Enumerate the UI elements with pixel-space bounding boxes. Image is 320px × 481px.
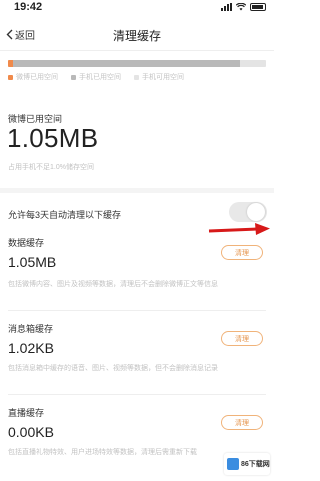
legend-item-phone-used: 手机已用空间 [71,72,121,82]
storage-legend: 微博已用空间 手机已用空间 手机可用空间 [8,70,270,84]
battery-icon [250,3,266,11]
section-divider [0,188,274,193]
row-divider [8,310,266,311]
toggle-knob [247,203,265,221]
page-title: 清理缓存 [112,29,161,43]
legend-swatch [71,74,76,80]
cache-title: 直播缓存 [8,408,45,418]
status-icons [221,3,266,11]
red-arrow-icon [208,223,270,235]
watermark-logo [227,458,239,470]
clear-data-cache-button[interactable]: 清理 [221,245,263,260]
storage-usage-bar [8,60,266,67]
site-watermark: 86下载网 [224,453,270,475]
signal-icon [221,3,232,11]
cache-desc: 包括消息箱中缓存的语音、图片、视频等数据，但不会删除消息记录 [8,365,218,372]
clear-message-cache-button[interactable]: 清理 [221,331,263,346]
legend-swatch [134,74,139,80]
legend-label: 手机已用空间 [79,74,121,81]
status-bar: 19:42 [0,0,274,16]
weibo-usage-hint: 占用手机不足1.0%储存空间 [8,164,94,171]
legend-item-weibo: 微博已用空间 [8,72,58,82]
row-divider [8,394,266,395]
legend-swatch [8,74,13,80]
cache-desc: 包括微博内容、图片及视频等数据，清理后不会删除微博正文等信息 [8,281,218,288]
watermark-text: 86下载网 [241,461,270,468]
status-time: 19:42 [14,1,43,13]
cache-size: 0.00KB [8,424,54,440]
cache-title: 数据缓存 [8,238,45,248]
cache-title: 消息箱缓存 [8,324,54,334]
legend-label: 微博已用空间 [16,74,58,81]
wifi-icon [236,3,246,11]
clear-live-cache-button[interactable]: 清理 [221,415,263,430]
nav-bar: 返回 清理缓存 [0,20,274,51]
weibo-usage-value: 1.05MB [7,123,99,153]
cache-size: 1.02KB [8,340,54,356]
auto-clean-toggle[interactable] [229,202,267,222]
legend-item-phone-free: 手机可用空间 [134,72,184,82]
legend-label: 手机可用空间 [142,74,184,81]
auto-clean-label: 允许每3天自动清理以下缓存 [8,210,122,220]
cache-desc: 包括直播礼物特效、用户进场特效等数据，清理后需重新下载 [8,449,197,456]
usage-segment-phone-used [13,60,241,67]
cache-size: 1.05MB [8,254,57,270]
